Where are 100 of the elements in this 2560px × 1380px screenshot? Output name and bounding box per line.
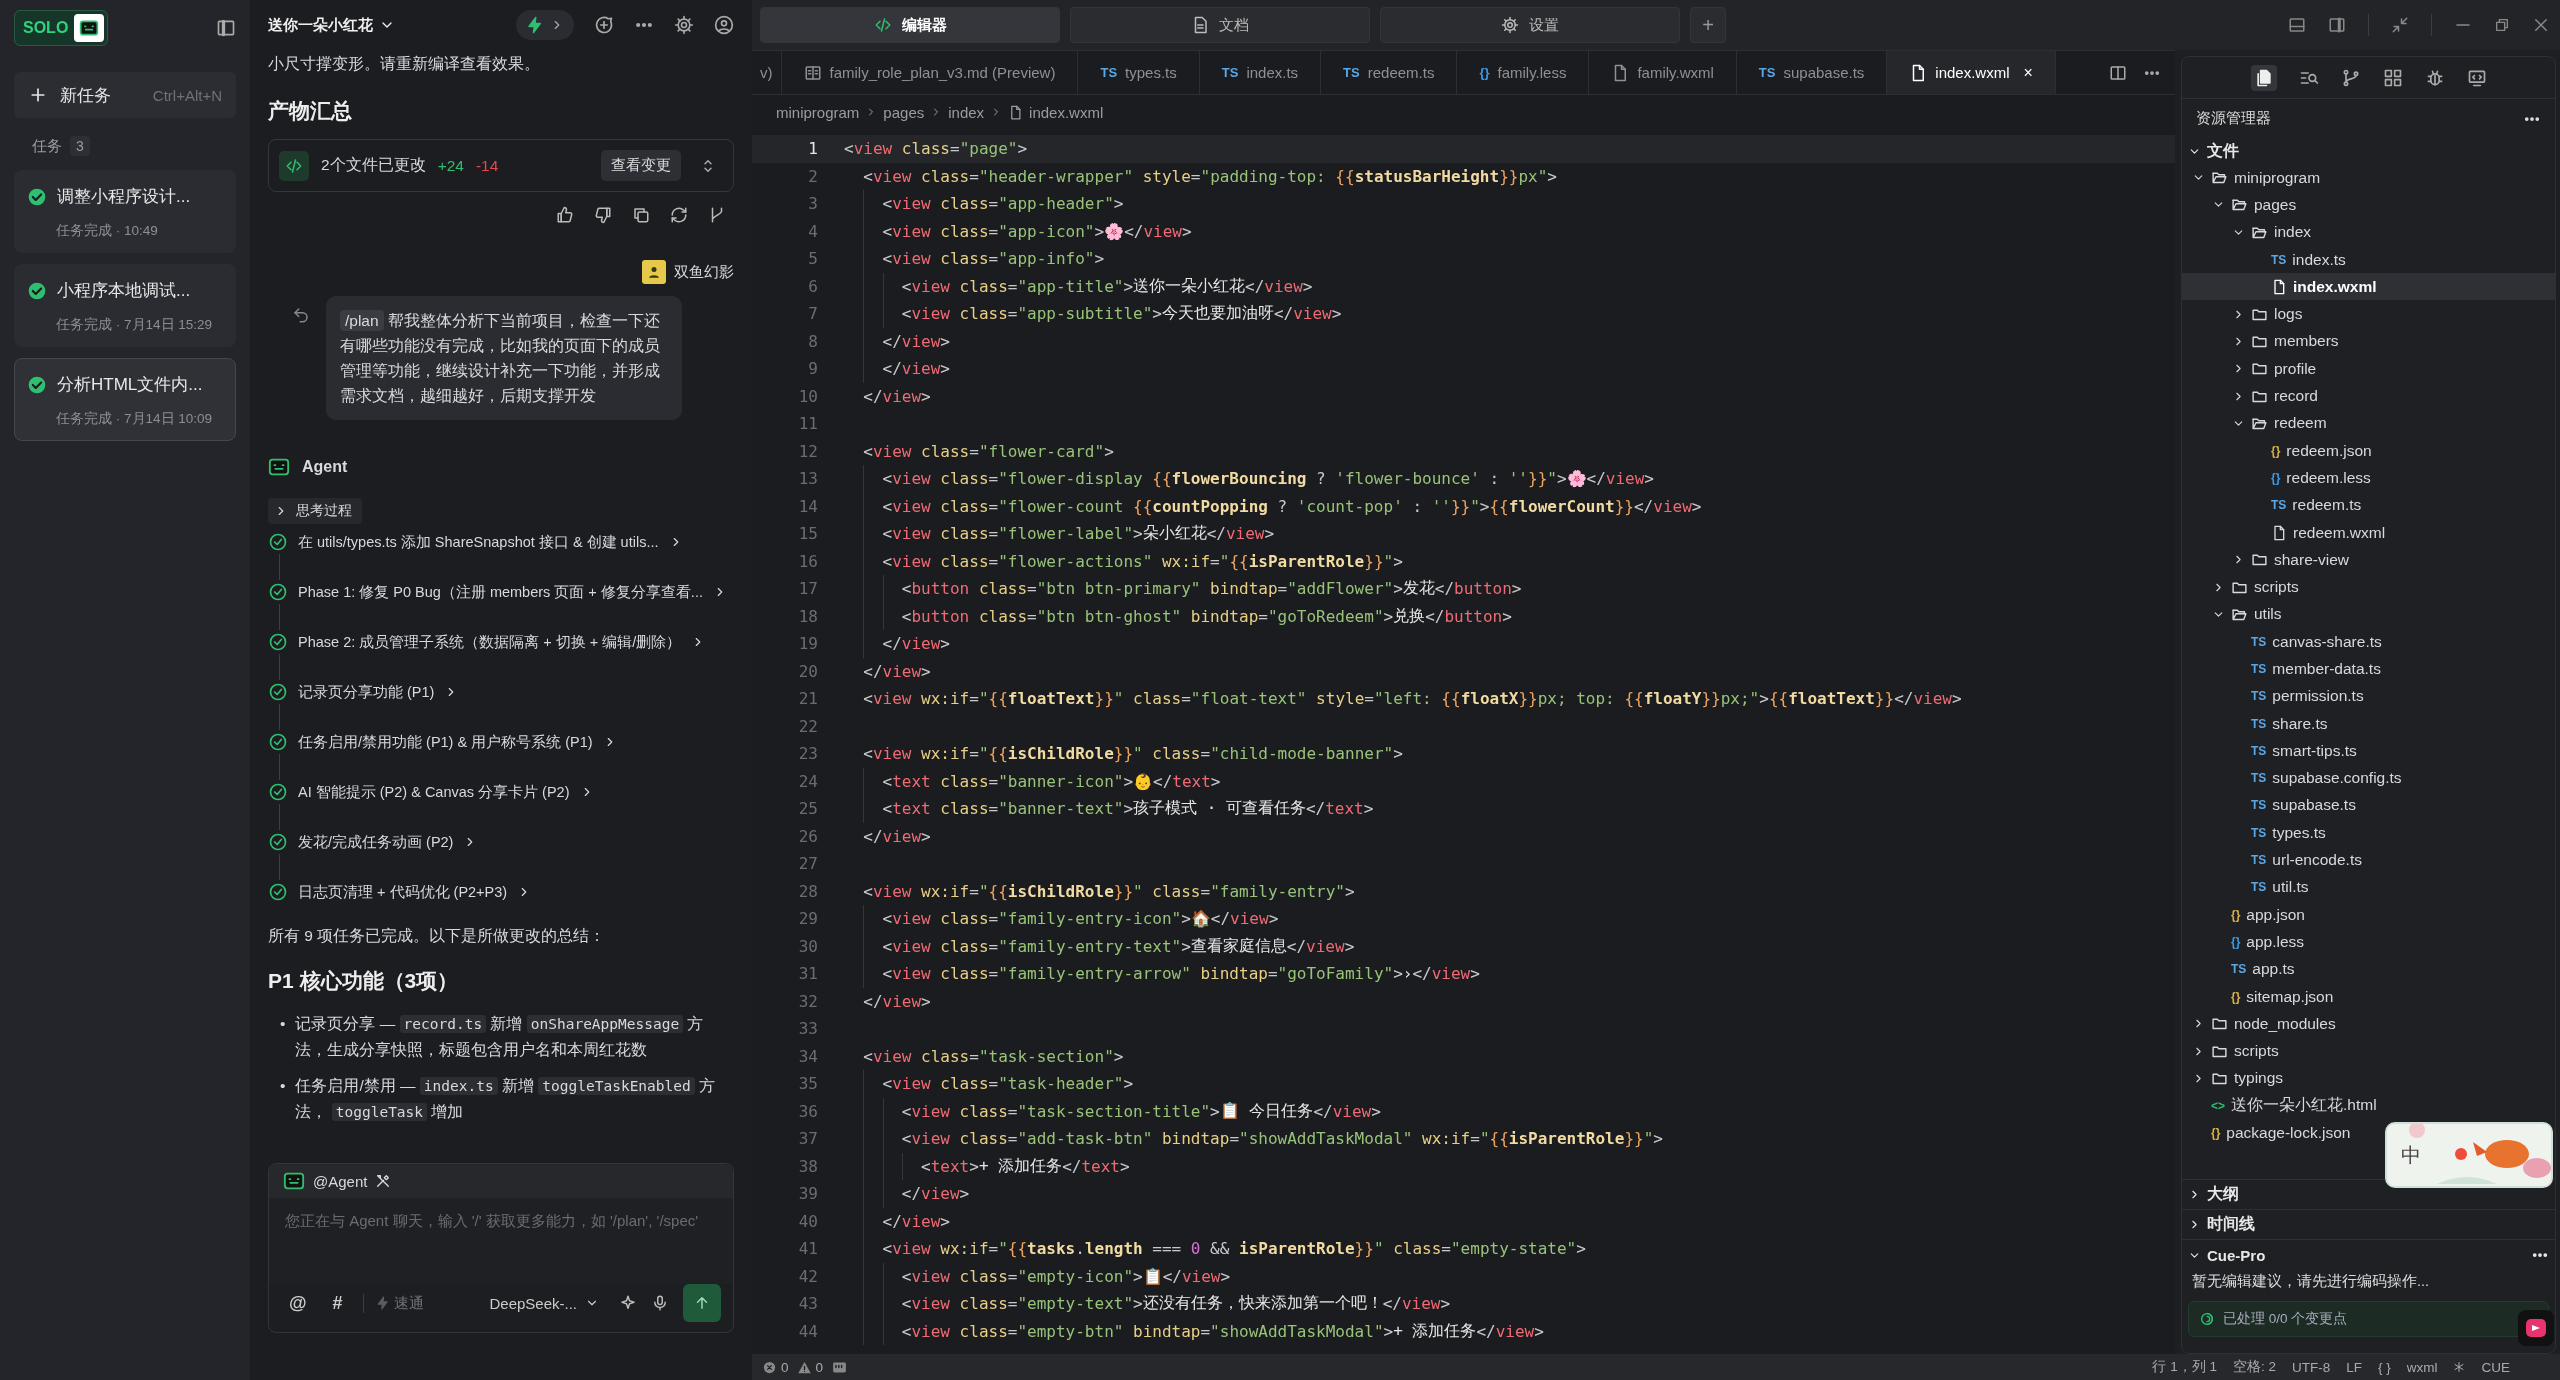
copy-icon[interactable]	[632, 206, 650, 224]
file-item[interactable]: redeem.wxml	[2182, 518, 2386, 547]
file-item[interactable]: TS app.ts	[2182, 955, 2295, 983]
folder-item[interactable]: share-view	[2182, 546, 2349, 574]
folder-item[interactable]: profile	[2182, 355, 2317, 383]
mode-toggle[interactable]: 速通	[362, 1293, 424, 1313]
step-item[interactable]: 记录页分享功能 (P1)	[298, 682, 435, 702]
mode-tab[interactable]: 设置	[1380, 7, 1680, 43]
ime-widget[interactable]: 中	[2385, 1122, 2553, 1188]
folder-item[interactable]: members	[2182, 327, 2339, 356]
close-tab-icon[interactable]: ×	[2023, 63, 2033, 82]
file-item[interactable]: {} app.json	[2182, 901, 2305, 929]
editor-tab[interactable]: index.wxml ×	[1887, 51, 2056, 94]
status-item[interactable]: { }	[2377, 1359, 2391, 1375]
folder-item[interactable]: utils	[2182, 600, 2282, 629]
folder-item[interactable]: typings	[2182, 1064, 2284, 1093]
file-item[interactable]: TS smart-tips.ts	[2182, 737, 2357, 765]
step-item[interactable]: 在 utils/types.ts 添加 ShareSnapshot 接口 & 创建 utils...	[298, 532, 659, 552]
sparkle-icon[interactable]	[619, 1294, 637, 1312]
section-header[interactable]: 文件	[2182, 138, 2555, 164]
breadcrumb-item[interactable]: pages	[883, 103, 925, 121]
status-item[interactable]: 行 1，列 1	[2152, 1358, 2217, 1376]
thinking-toggle[interactable]: 思考过程	[268, 498, 362, 524]
editor-tab[interactable]: family_role_plan_v3.md (Preview)	[781, 51, 1079, 94]
file-item[interactable]: index.wxml	[2182, 273, 2555, 301]
thumbs-down-icon[interactable]	[594, 206, 612, 224]
settings-icon[interactable]	[674, 15, 694, 35]
editor-tab[interactable]: TS redeem.ts	[1321, 51, 1458, 94]
new-chat-icon[interactable]	[594, 15, 614, 35]
editor-tab[interactable]: v)	[752, 51, 782, 94]
file-item[interactable]: {} redeem.json	[2182, 436, 2372, 465]
folder-item[interactable]: logs	[2182, 300, 2303, 328]
panel-toggle-icon[interactable]	[2288, 16, 2306, 34]
task-item[interactable]: 小程序本地调试... 任务完成 · 7月14日 15:29	[14, 264, 236, 347]
status-item[interactable]: wxml	[2406, 1359, 2438, 1375]
folder-item[interactable]: pages	[2182, 191, 2297, 219]
mode-tab[interactable]: 编辑器	[760, 7, 1060, 43]
breadcrumb-item[interactable]: miniprogram	[776, 103, 860, 121]
step-item[interactable]: 日志页清理 + 代码优化 (P2+P3)	[298, 882, 508, 902]
undo-icon[interactable]	[292, 306, 310, 324]
folder-item[interactable]: node_modules	[2182, 1010, 2336, 1038]
file-item[interactable]: TS canvas-share.ts	[2182, 628, 2382, 656]
mode-tab[interactable]: 文档	[1070, 7, 1370, 43]
mode-menu-button[interactable]	[516, 10, 574, 40]
file-item[interactable]: TS redeem.ts	[2182, 491, 2362, 519]
new-task-button[interactable]: 新任务 Ctrl+Alt+N	[14, 72, 236, 118]
extensions-icon[interactable]	[2382, 67, 2403, 88]
sidebar-toggle-icon[interactable]	[2328, 16, 2346, 34]
folder-item[interactable]: index	[2182, 218, 2312, 246]
editor-tab[interactable]: TS index.ts	[1199, 51, 1322, 94]
topic-button[interactable]: #	[326, 1291, 349, 1315]
file-item[interactable]: TS share.ts	[2182, 709, 2328, 738]
folder-item[interactable]: redeem	[2182, 409, 2327, 437]
composer-panel[interactable]: @Agent 您正在与 Agent 聊天，输入 '/' 获取更多能力，如 '/plan', '/spec' @ # 速通 DeepSeek-...	[268, 1163, 734, 1333]
file-item[interactable]: TS supabase.ts	[2182, 791, 2356, 820]
collapse-icon[interactable]	[2391, 16, 2409, 34]
microphone-icon[interactable]	[651, 1294, 669, 1312]
breadcrumb-item[interactable]: index.wxml	[1029, 103, 1104, 121]
editor-tab[interactable]: {} family.less	[1457, 51, 1590, 94]
section-header[interactable]: 时间线	[2182, 1209, 2555, 1239]
file-item[interactable]: <> 送你一朵小红花.html	[2182, 1092, 2377, 1120]
file-item[interactable]: TS url-encode.ts	[2182, 846, 2362, 874]
app-icon[interactable]	[2518, 1310, 2554, 1346]
view-changes-button[interactable]: 查看变更	[601, 150, 681, 181]
step-item[interactable]: AI 智能提示 (P2) & Canvas 分享卡片 (P2)	[298, 782, 570, 802]
retry-icon[interactable]	[670, 206, 688, 224]
step-item[interactable]: 任务启用/禁用功能 (P1) & 用户称号系统 (P1)	[298, 732, 593, 752]
task-item[interactable]: 调整小程序设计... 任务完成 · 10:49	[14, 170, 236, 253]
editor-tab[interactable]: TS types.ts	[1078, 51, 1200, 94]
mention-button[interactable]: @	[283, 1291, 313, 1315]
file-item[interactable]: TS permission.ts	[2182, 682, 2364, 710]
folder-item[interactable]: record	[2182, 382, 2318, 410]
file-item[interactable]: TS types.ts	[2182, 819, 2326, 847]
folder-item[interactable]: miniprogram	[2182, 164, 2321, 192]
file-item[interactable]: {} app.less	[2182, 928, 2305, 956]
restore-icon[interactable]	[2494, 17, 2510, 33]
section-header[interactable]: Cue-Pro	[2188, 1246, 2549, 1264]
status-item[interactable]: LF	[2346, 1359, 2362, 1375]
status-item[interactable]: CUE	[2481, 1359, 2510, 1375]
status-item[interactable]: UTF-8	[2291, 1359, 2331, 1375]
file-item[interactable]: {} redeem.less	[2182, 464, 2371, 492]
file-item[interactable]: TS supabase.config.ts	[2182, 764, 2402, 792]
status-item[interactable]: 空格: 2	[2232, 1358, 2276, 1376]
editor-tab[interactable]: family.wxml	[1589, 51, 1737, 94]
file-item[interactable]: {} package-lock.json	[2182, 1119, 2351, 1147]
model-select[interactable]: DeepSeek-...	[483, 1293, 605, 1313]
folder-item[interactable]: scripts	[2182, 1037, 2279, 1065]
thumbs-up-icon[interactable]	[556, 206, 574, 224]
folder-item[interactable]: scripts	[2182, 573, 2299, 601]
file-item[interactable]: TS util.ts	[2182, 873, 2309, 901]
breadcrumb-item[interactable]: index	[948, 103, 985, 121]
account-icon[interactable]	[714, 15, 734, 35]
task-item[interactable]: 分析HTML文件内... 任务完成 · 7月14日 10:09	[14, 358, 236, 441]
step-item[interactable]: Phase 1: 修复 P0 Bug（注册 members 页面 + 修复分享查看...	[298, 582, 703, 602]
send-button[interactable]	[683, 1284, 721, 1322]
split-editor-icon[interactable]	[2109, 63, 2127, 82]
step-item[interactable]: Phase 2: 成员管理子系统（数据隔离 + 切换 + 编辑/删除）	[298, 632, 682, 652]
chat-title[interactable]: 送你一朵小红花	[268, 15, 395, 35]
file-item[interactable]: TS index.ts	[2182, 245, 2346, 274]
file-item[interactable]: TS member-data.ts	[2182, 655, 2381, 683]
